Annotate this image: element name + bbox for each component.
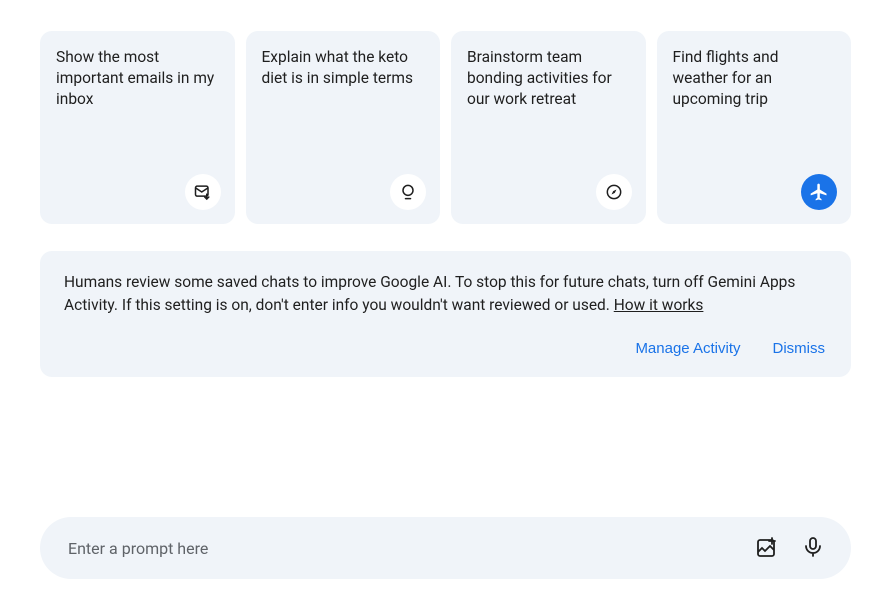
- add-image-button[interactable]: [747, 528, 787, 568]
- email-icon: [185, 174, 221, 210]
- microphone-icon: [801, 535, 825, 562]
- suggestion-text: Explain what the keto diet is in simple …: [262, 47, 425, 89]
- suggestion-card-emails[interactable]: Show the most important emails in my inb…: [40, 31, 235, 224]
- lightbulb-icon: [390, 174, 426, 210]
- how-it-works-link[interactable]: How it works: [614, 296, 704, 314]
- suggestion-text: Show the most important emails in my inb…: [56, 47, 219, 110]
- suggestion-text: Brainstorm team bonding activities for o…: [467, 47, 630, 110]
- prompt-input[interactable]: [68, 539, 747, 558]
- prompt-actions: [747, 528, 833, 568]
- suggestion-card-flights[interactable]: Find flights and weather for an upcoming…: [657, 31, 852, 224]
- compass-icon: [596, 174, 632, 210]
- flight-icon: [801, 174, 837, 210]
- notice-actions: Manage Activity Dismiss: [64, 336, 827, 361]
- microphone-button[interactable]: [793, 528, 833, 568]
- prompt-bar: [40, 517, 851, 579]
- suggestion-card-brainstorm[interactable]: Brainstorm team bonding activities for o…: [451, 31, 646, 224]
- suggestion-text: Find flights and weather for an upcoming…: [673, 47, 836, 110]
- suggestion-card-keto[interactable]: Explain what the keto diet is in simple …: [246, 31, 441, 224]
- privacy-notice: Humans review some saved chats to improv…: [40, 251, 851, 377]
- add-image-icon: [755, 535, 779, 562]
- dismiss-button[interactable]: Dismiss: [771, 336, 828, 361]
- manage-activity-button[interactable]: Manage Activity: [633, 336, 742, 361]
- suggestion-grid: Show the most important emails in my inb…: [0, 0, 891, 224]
- notice-text: Humans review some saved chats to improv…: [64, 271, 827, 318]
